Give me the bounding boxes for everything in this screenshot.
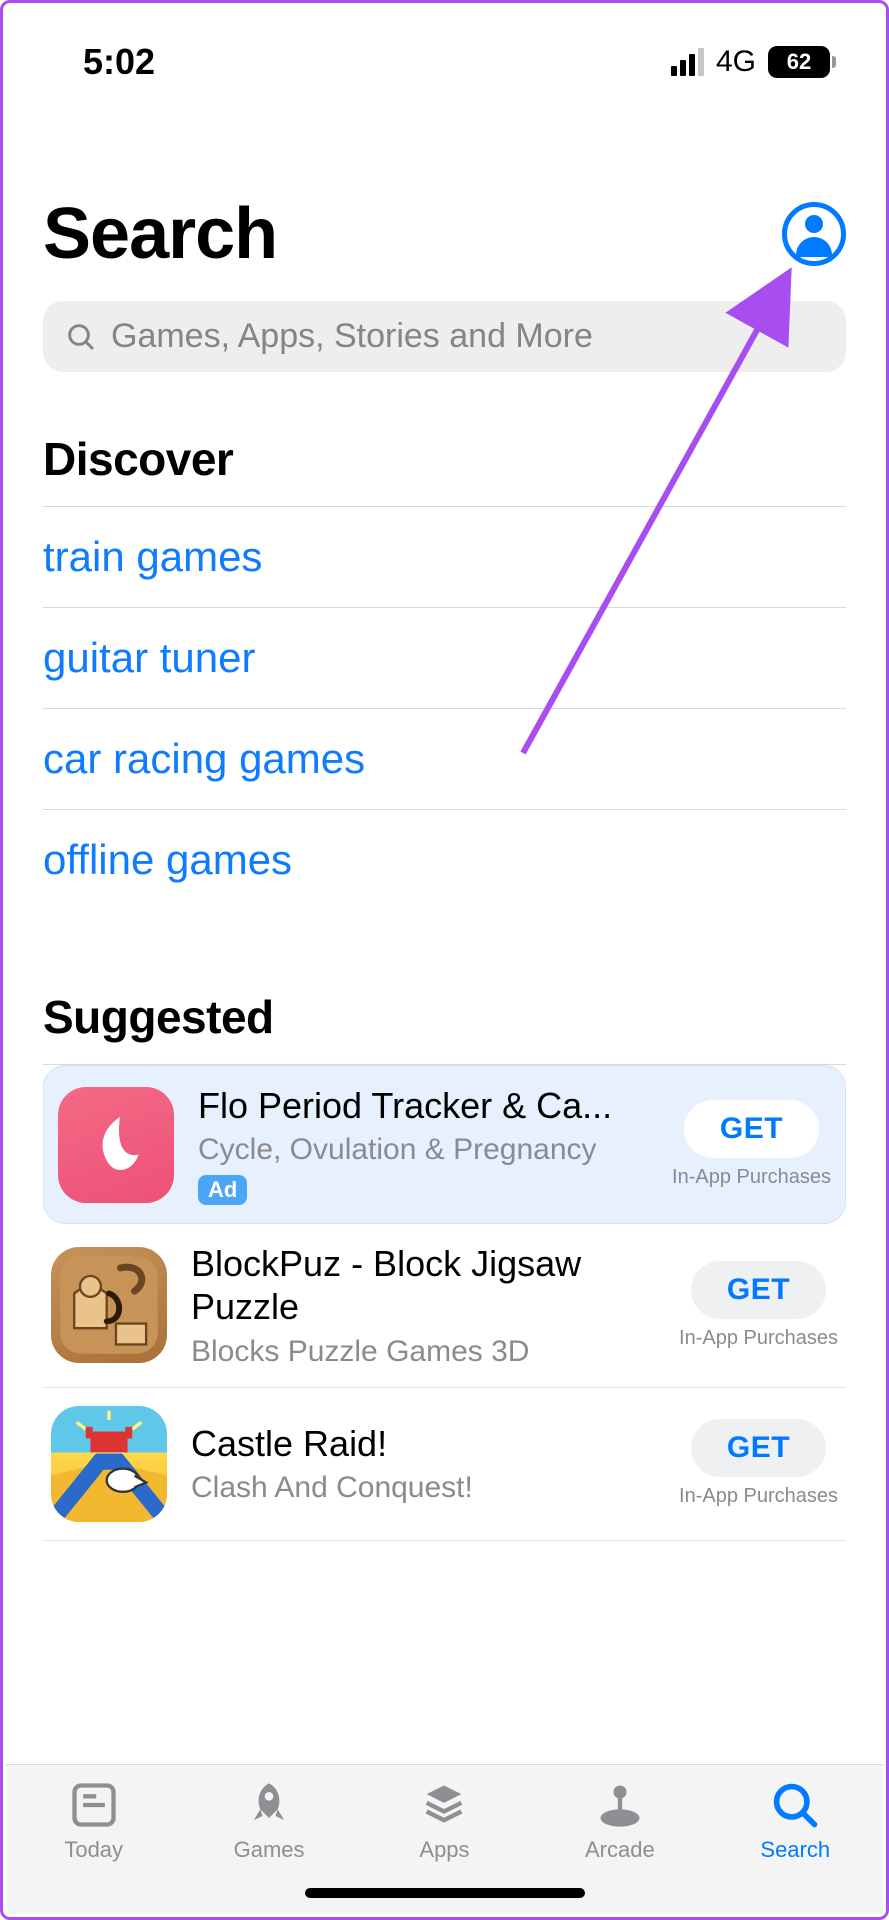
- arcade-icon: [594, 1779, 646, 1831]
- network-label: 4G: [716, 45, 756, 79]
- discover-list: train games guitar tuner car racing game…: [43, 506, 846, 910]
- battery-level: 62: [768, 46, 830, 78]
- tab-label: Apps: [419, 1837, 469, 1863]
- tab-apps[interactable]: Apps: [384, 1779, 504, 1863]
- app-name: BlockPuz - Block Jigsaw Puzzle: [191, 1242, 655, 1328]
- app-row-sponsored[interactable]: Flo Period Tracker & Ca... Cycle, Ovulat…: [43, 1065, 846, 1224]
- app-name: Castle Raid!: [191, 1422, 655, 1465]
- ad-badge: Ad: [198, 1175, 247, 1205]
- discover-item[interactable]: guitar tuner: [43, 608, 846, 709]
- search-field[interactable]: [43, 301, 846, 372]
- status-time: 5:02: [83, 41, 155, 83]
- suggested-title: Suggested: [43, 990, 846, 1044]
- app-actions: GET In-App Purchases: [672, 1100, 831, 1189]
- tab-label: Arcade: [585, 1837, 655, 1863]
- iap-label: In-App Purchases: [672, 1166, 831, 1189]
- app-icon: [58, 1087, 174, 1203]
- get-button[interactable]: GET: [691, 1261, 826, 1319]
- rocket-icon: [243, 1779, 295, 1831]
- app-row[interactable]: BlockPuz - Block Jigsaw Puzzle Blocks Pu…: [43, 1224, 846, 1387]
- app-name: Flo Period Tracker & Ca...: [198, 1084, 648, 1127]
- app-icon: [51, 1406, 167, 1522]
- tab-arcade[interactable]: Arcade: [560, 1779, 680, 1863]
- app-meta: Castle Raid! Clash And Conquest!: [191, 1422, 655, 1505]
- app-row[interactable]: Castle Raid! Clash And Conquest! GET In-…: [43, 1388, 846, 1541]
- app-actions: GET In-App Purchases: [679, 1419, 838, 1508]
- battery-icon: 62: [768, 46, 836, 78]
- page-title: Search: [43, 193, 277, 275]
- app-meta: Flo Period Tracker & Ca... Cycle, Ovulat…: [198, 1084, 648, 1205]
- tab-label: Today: [64, 1837, 123, 1863]
- discover-item[interactable]: car racing games: [43, 709, 846, 810]
- status-bar: 5:02 4G 62: [3, 3, 886, 93]
- iap-label: In-App Purchases: [679, 1485, 838, 1508]
- person-circle-icon: [791, 211, 837, 257]
- app-subtitle: Blocks Puzzle Games 3D: [191, 1335, 655, 1369]
- get-button[interactable]: GET: [684, 1100, 819, 1158]
- status-right: 4G 62: [671, 45, 836, 79]
- search-header: Search: [43, 193, 846, 275]
- apps-icon: [418, 1779, 470, 1831]
- signal-icon: [671, 48, 704, 76]
- today-icon: [68, 1779, 120, 1831]
- app-subtitle: Cycle, Ovulation & Pregnancy: [198, 1133, 648, 1167]
- app-meta: BlockPuz - Block Jigsaw Puzzle Blocks Pu…: [191, 1242, 655, 1368]
- search-icon: [65, 321, 97, 353]
- app-icon: [51, 1247, 167, 1363]
- tab-search[interactable]: Search: [735, 1779, 855, 1863]
- account-button[interactable]: [782, 202, 846, 266]
- app-subtitle: Clash And Conquest!: [191, 1471, 655, 1505]
- tab-label: Search: [760, 1837, 830, 1863]
- discover-title: Discover: [43, 432, 846, 486]
- tab-games[interactable]: Games: [209, 1779, 329, 1863]
- search-icon: [769, 1779, 821, 1831]
- discover-item[interactable]: offline games: [43, 810, 846, 910]
- discover-item[interactable]: train games: [43, 507, 846, 608]
- suggested-list: Flo Period Tracker & Ca... Cycle, Ovulat…: [43, 1064, 846, 1541]
- search-input[interactable]: [111, 317, 824, 356]
- iap-label: In-App Purchases: [679, 1327, 838, 1350]
- home-indicator[interactable]: [305, 1888, 585, 1898]
- get-button[interactable]: GET: [691, 1419, 826, 1477]
- tab-label: Games: [234, 1837, 305, 1863]
- app-actions: GET In-App Purchases: [679, 1261, 838, 1350]
- tab-bar: Today Games Apps Arcade Search: [6, 1764, 883, 1914]
- tab-today[interactable]: Today: [34, 1779, 154, 1863]
